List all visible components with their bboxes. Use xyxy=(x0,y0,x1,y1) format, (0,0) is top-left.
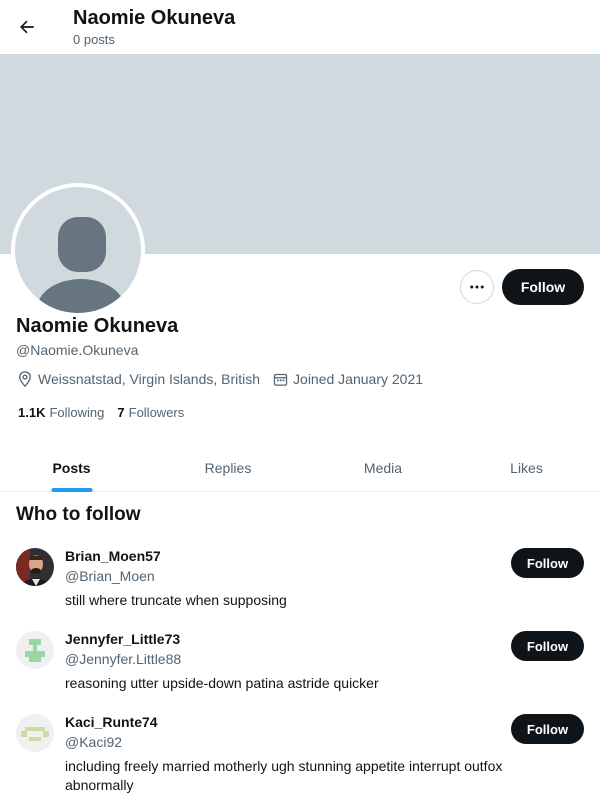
who-to-follow-title: Who to follow xyxy=(16,504,141,525)
following-label: Following xyxy=(49,405,105,420)
tab-label: Media xyxy=(363,460,403,476)
calendar-icon xyxy=(273,373,288,386)
profile-tabs: Posts Replies Media Likes xyxy=(0,444,600,492)
tab-likes[interactable]: Likes xyxy=(453,444,600,492)
joined-text: Joined January 2021 xyxy=(293,371,424,387)
tab-label: Likes xyxy=(510,460,543,476)
tab-posts[interactable]: Posts xyxy=(0,444,143,492)
location-text: Weissnatstad, Virgin Islands, British xyxy=(38,371,261,387)
follow-stats: 1.1K Following 7 Followers xyxy=(18,405,197,420)
follow-button[interactable]: Follow xyxy=(502,269,584,305)
user-bio: reasoning utter upside-down patina astri… xyxy=(65,675,379,691)
user-handle: @Kaci92 xyxy=(65,734,123,750)
tab-replies[interactable]: Replies xyxy=(143,444,313,492)
user-name[interactable]: Jennyfer_Little73 xyxy=(65,631,180,647)
back-button[interactable] xyxy=(8,8,46,46)
profile-avatar[interactable] xyxy=(11,183,145,317)
follow-user-button[interactable]: Follow xyxy=(511,631,584,661)
profile-handle: @Naomie.Okuneva xyxy=(16,342,139,358)
followers-link[interactable]: 7 Followers xyxy=(117,405,184,420)
more-horizontal-icon xyxy=(470,285,484,289)
tab-label: Posts xyxy=(52,460,91,476)
default-avatar xyxy=(15,187,141,313)
user-bio: still where truncate when supposing xyxy=(65,592,287,608)
followers-label: Followers xyxy=(128,405,185,420)
identicon-avatar-icon xyxy=(16,631,54,669)
active-tab-indicator xyxy=(51,488,92,492)
header-title: Naomie Okuneva xyxy=(73,7,236,29)
following-count: 1.1K xyxy=(18,405,46,420)
user-name[interactable]: Kaci_Runte74 xyxy=(65,714,158,730)
suggested-user[interactable]: Jennyfer_Little73 @Jennyfer.Little88 rea… xyxy=(0,631,600,711)
user-avatar[interactable] xyxy=(16,714,54,752)
follow-user-button[interactable]: Follow xyxy=(511,548,584,578)
suggested-user[interactable]: Kaci_Runte74 @Kaci92 including freely ma… xyxy=(0,714,600,800)
user-handle: @Brian_Moen xyxy=(65,568,155,584)
user-avatar[interactable] xyxy=(16,548,54,586)
tab-media[interactable]: Media xyxy=(313,444,453,492)
arrow-left-icon xyxy=(20,20,34,34)
follow-user-button[interactable]: Follow xyxy=(511,714,584,744)
profile-name: Naomie Okuneva xyxy=(16,315,179,337)
location-item: Weissnatstad, Virgin Islands, British xyxy=(16,370,260,388)
user-name[interactable]: Brian_Moen57 xyxy=(65,548,161,564)
suggested-user[interactable]: Brian_Moen57 @Brian_Moen still where tru… xyxy=(0,548,600,628)
user-avatar[interactable] xyxy=(16,631,54,669)
user-bio: including freely married motherly ugh st… xyxy=(65,758,503,793)
top-bar: Naomie Okuneva 0 posts xyxy=(0,0,600,54)
user-handle: @Jennyfer.Little88 xyxy=(65,651,182,667)
profile-meta: Weissnatstad, Virgin Islands, British Jo… xyxy=(16,370,435,388)
more-options-button[interactable] xyxy=(460,270,494,304)
tab-label: Replies xyxy=(204,460,252,476)
followers-count: 7 xyxy=(117,405,125,420)
user-photo-icon xyxy=(16,548,54,586)
identicon-avatar-icon xyxy=(16,714,54,752)
following-link[interactable]: 1.1K Following xyxy=(18,405,104,420)
header-post-count: 0 posts xyxy=(73,32,115,47)
user-silhouette-icon xyxy=(15,187,141,313)
joined-item: Joined January 2021 xyxy=(272,371,423,388)
location-pin-icon xyxy=(19,371,31,388)
